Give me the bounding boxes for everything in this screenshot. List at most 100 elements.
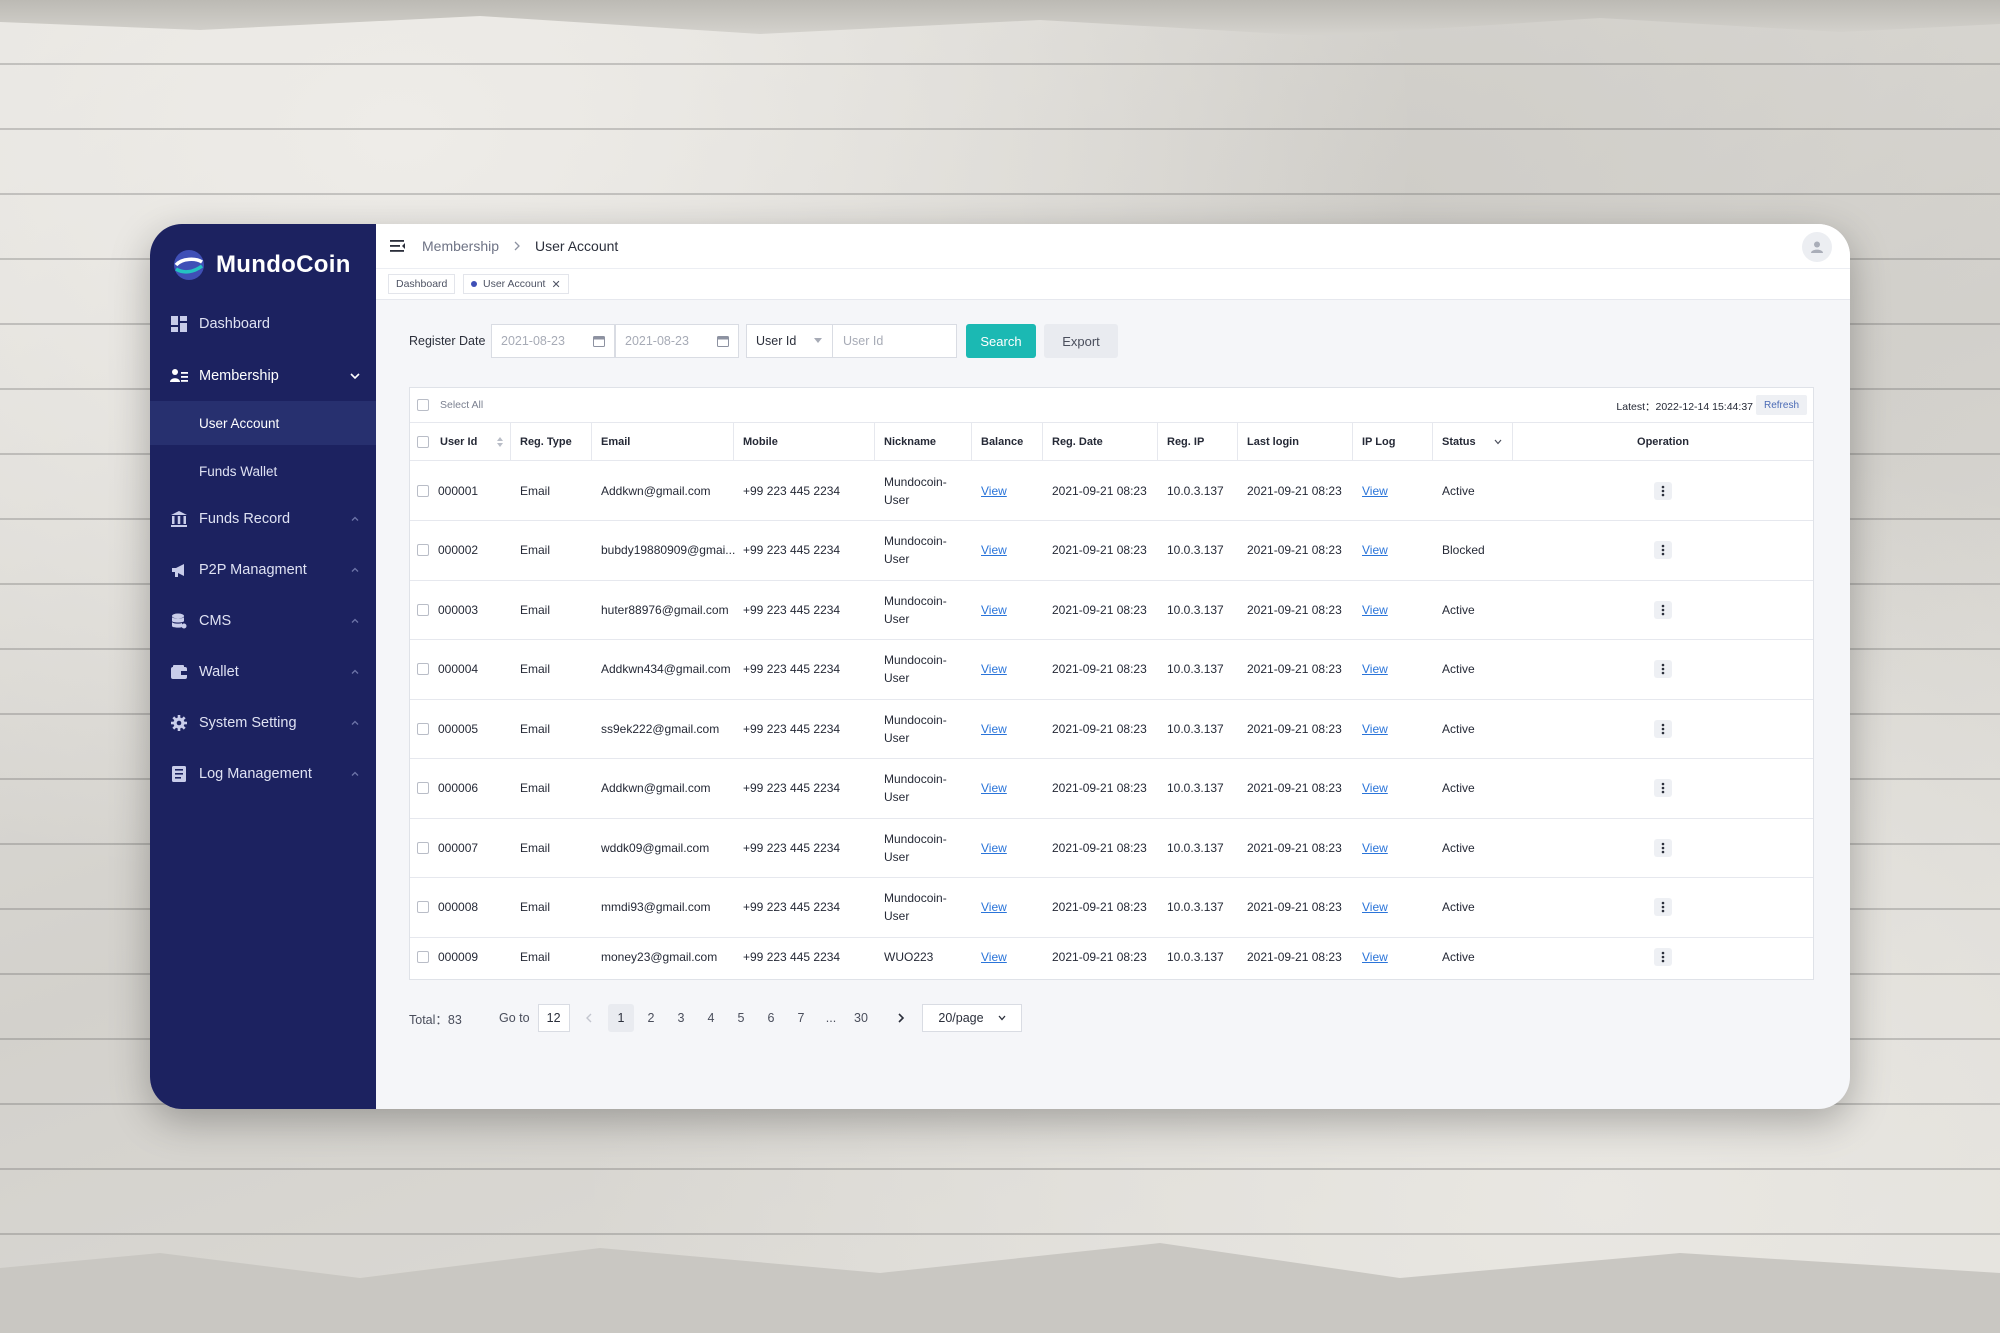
date-from-input[interactable]: 2021-08-23 [491, 324, 615, 358]
view-balance-link[interactable]: View [981, 898, 1007, 916]
row-checkbox[interactable] [417, 663, 429, 675]
export-button[interactable]: Export [1044, 324, 1118, 358]
col-reg-date: Reg. Date [1043, 423, 1158, 460]
filter-chevron-icon[interactable] [1494, 439, 1502, 445]
cell-type: Email [520, 721, 551, 736]
more-options-icon[interactable] [1654, 898, 1672, 916]
view-iplog-link[interactable]: View [1362, 482, 1388, 500]
sidebar-item-label: Log Management [199, 766, 312, 782]
row-checkbox[interactable] [417, 603, 429, 616]
more-options-icon[interactable] [1654, 541, 1672, 559]
view-balance-link[interactable]: View [981, 948, 1007, 966]
page-ellipsis: ... [825, 1011, 837, 1025]
page-number[interactable]: 1 [608, 1004, 634, 1032]
breadcrumb-membership[interactable]: Membership [422, 238, 499, 254]
page-number[interactable]: 3 [668, 1004, 694, 1032]
view-iplog-link[interactable]: View [1362, 660, 1388, 678]
more-options-icon[interactable] [1654, 600, 1672, 619]
row-checkbox[interactable] [417, 544, 429, 556]
user-id-placeholder: User Id [843, 334, 884, 348]
refresh-button[interactable]: Refresh [1755, 395, 1807, 415]
col-user-id[interactable]: User Id [410, 423, 511, 460]
table-toolbar: Select All Latest：2022-12-14 15:44:37 Re… [410, 388, 1813, 423]
sidebar-item-wallet[interactable]: Wallet [150, 652, 376, 692]
date-to-input[interactable]: 2021-08-23 [615, 324, 739, 358]
more-options-icon[interactable] [1654, 719, 1672, 738]
select-all-checkbox[interactable] [417, 399, 429, 411]
cell-email: mmdi93@gmail.com [601, 900, 711, 914]
user-id-input[interactable]: User Id [832, 324, 957, 358]
select-all-label: Select All [440, 399, 484, 411]
field-select[interactable]: User Id [746, 324, 833, 358]
brand-logo[interactable]: MundoCoin [172, 248, 351, 282]
register-date-label: Register Date [409, 334, 486, 348]
prev-page-icon[interactable] [576, 1004, 602, 1032]
more-options-icon[interactable] [1654, 838, 1672, 857]
view-iplog-link[interactable]: View [1362, 898, 1388, 916]
view-balance-link[interactable]: View [981, 779, 1007, 797]
user-id: 000001 [438, 483, 479, 498]
cell-reg-date: 2021-09-21 08:23 [1052, 950, 1147, 964]
more-options-icon[interactable] [1654, 481, 1672, 500]
view-balance-link[interactable]: View [981, 482, 1007, 500]
tab-user-account[interactable]: User Account ✕ [463, 274, 569, 294]
row-checkbox[interactable] [417, 484, 429, 497]
more-options-icon[interactable] [1654, 779, 1672, 797]
row-checkbox[interactable] [417, 901, 429, 913]
page-number[interactable]: 30 [848, 1004, 874, 1032]
chevron-up-icon [351, 669, 359, 674]
page-number[interactable]: 7 [788, 1004, 814, 1032]
view-balance-link[interactable]: View [981, 601, 1007, 619]
page-number[interactable]: 4 [698, 1004, 724, 1032]
view-balance-link[interactable]: View [981, 839, 1007, 857]
next-page-icon[interactable] [888, 1004, 914, 1032]
menu-toggle-icon[interactable] [390, 239, 406, 253]
avatar[interactable] [1802, 232, 1832, 262]
page-number[interactable]: 2 [638, 1004, 664, 1032]
view-iplog-link[interactable]: View [1362, 720, 1388, 738]
view-balance-link[interactable]: View [981, 541, 1007, 559]
row-checkbox[interactable] [417, 722, 429, 735]
sort-icon[interactable] [497, 436, 503, 447]
goto-input[interactable]: 12 [537, 1004, 570, 1032]
sidebar-item-system-setting[interactable]: System Setting [150, 703, 376, 743]
sidebar-item-label: System Setting [199, 715, 297, 731]
sidebar-item-cms[interactable]: CMS [150, 601, 376, 641]
sidebar-item-log-management[interactable]: Log Management [150, 754, 376, 794]
cell-email: huter88976@gmail.com [601, 602, 729, 617]
cell-type: Email [520, 543, 551, 557]
close-icon[interactable]: ✕ [551, 278, 560, 291]
search-button[interactable]: Search [966, 324, 1036, 358]
sidebar-subitem-user-account[interactable]: User Account [150, 401, 376, 445]
cell-last: 2021-09-21 08:23 [1247, 721, 1342, 736]
row-checkbox[interactable] [417, 782, 429, 794]
cell-operation [1513, 878, 1813, 937]
view-iplog-link[interactable]: View [1362, 601, 1388, 619]
more-options-icon[interactable] [1654, 660, 1672, 678]
sidebar-item-p2p[interactable]: P2P Managment [150, 550, 376, 590]
page-size-select[interactable]: 20/page [922, 1004, 1022, 1032]
row-checkbox[interactable] [417, 841, 429, 854]
cell-mobile: +99 223 445 2234 [743, 602, 841, 617]
sidebar-item-funds-record[interactable]: Funds Record [150, 499, 376, 539]
header-checkbox[interactable] [417, 435, 429, 448]
col-operation: Operation [1637, 435, 1689, 448]
sidebar-item-membership[interactable]: Membership [150, 356, 376, 396]
view-iplog-link[interactable]: View [1362, 948, 1388, 966]
sidebar-item-dashboard[interactable]: Dashboard [150, 304, 376, 344]
tab-dashboard[interactable]: Dashboard [388, 274, 456, 294]
page-number[interactable]: 6 [758, 1004, 784, 1032]
view-iplog-link[interactable]: View [1362, 779, 1388, 797]
view-iplog-link[interactable]: View [1362, 541, 1388, 559]
row-checkbox[interactable] [417, 951, 429, 963]
table-row: 000008 Email mmdi93@gmail.com +99 223 445 2… [410, 878, 1813, 938]
view-balance-link[interactable]: View [981, 660, 1007, 678]
view-balance-link[interactable]: View [981, 720, 1007, 738]
cell-last: 2021-09-21 08:23 [1247, 662, 1342, 676]
col-status[interactable]: Status [1433, 423, 1513, 460]
sidebar-subitem-funds-wallet[interactable]: Funds Wallet [150, 449, 376, 493]
page-number[interactable]: 5 [728, 1004, 754, 1032]
database-icon [170, 612, 188, 630]
view-iplog-link[interactable]: View [1362, 839, 1388, 857]
more-options-icon[interactable] [1654, 948, 1672, 966]
